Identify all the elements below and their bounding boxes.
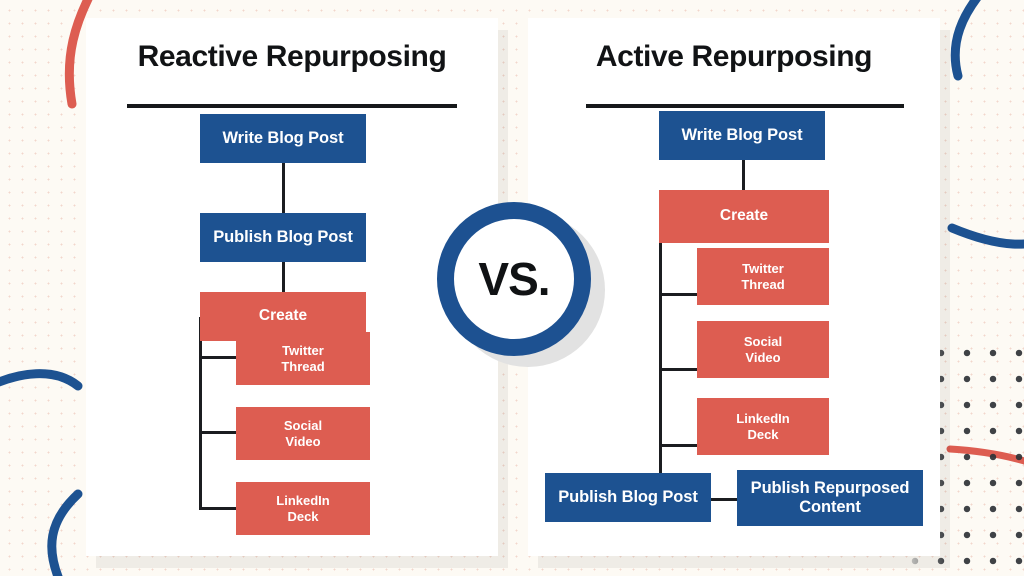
right-title-divider — [586, 104, 904, 108]
node-publish-blog-post[interactable]: Publish Blog Post — [200, 213, 366, 262]
node-label-line1: LinkedIn — [736, 411, 790, 427]
node-label: Write Blog Post — [222, 128, 344, 147]
connector-branch-twitter — [199, 356, 237, 359]
node-write-blog-post[interactable]: Write Blog Post — [659, 111, 825, 160]
connector-create-trunk — [199, 317, 202, 509]
node-label: Publish Blog Post — [558, 487, 698, 506]
node-label-line2: Thread — [741, 276, 785, 292]
node-label-line2: Content — [799, 498, 861, 516]
node-label-line2: Thread — [281, 358, 325, 374]
node-label-line1: Twitter — [282, 343, 324, 359]
node-social-video[interactable]: Social Video — [697, 321, 829, 378]
node-label-line1: Twitter — [742, 261, 784, 277]
node-label-line2: Video — [745, 349, 781, 365]
node-label-line1: Social — [283, 418, 323, 434]
connector-branch-linkedin — [199, 507, 237, 510]
node-label-line1: Publish Repurposed — [750, 478, 910, 497]
connector-branch-social — [199, 431, 237, 434]
connector-write-to-publish — [282, 163, 285, 213]
node-label-line2: Deck — [747, 426, 779, 442]
node-social-video[interactable]: Social Video — [236, 407, 370, 460]
versus-label: VS. — [478, 253, 550, 305]
node-publish-blog-post[interactable]: Publish Blog Post — [545, 473, 711, 522]
node-twitter-thread[interactable]: Twitter Thread — [236, 332, 370, 385]
node-label: Create — [258, 307, 308, 325]
left-panel-title: Reactive Repurposing — [137, 40, 447, 73]
node-publish-repurposed-content[interactable]: Publish Repurposed Content — [737, 470, 923, 526]
node-label-line2: Video — [285, 433, 321, 449]
connector-branch-linkedin — [659, 444, 697, 447]
node-label: Publish Blog Post — [213, 227, 353, 246]
node-linkedin-deck[interactable]: LinkedIn Deck — [697, 398, 829, 455]
node-create[interactable]: Create — [659, 190, 829, 243]
connector-branch-twitter — [659, 293, 697, 296]
node-linkedin-deck[interactable]: LinkedIn Deck — [236, 482, 370, 535]
node-twitter-thread[interactable]: Twitter Thread — [697, 248, 829, 305]
node-label-line2: Deck — [287, 508, 319, 524]
connector-publish-pair — [710, 498, 738, 501]
infographic-canvas: Reactive Repurposing Write Blog Post Pub… — [0, 0, 1024, 576]
node-label: Create — [719, 207, 769, 225]
left-panel-card: Reactive Repurposing Write Blog Post Pub… — [86, 18, 498, 556]
right-panel-title: Active Repurposing — [595, 40, 873, 73]
left-title-divider — [127, 104, 457, 108]
versus-badge: VS. — [437, 202, 591, 356]
node-label-line1: Social — [743, 334, 783, 350]
connector-branch-social — [659, 368, 697, 371]
node-write-blog-post[interactable]: Write Blog Post — [200, 114, 366, 163]
node-label-line1: LinkedIn — [276, 493, 330, 509]
node-label: Write Blog Post — [681, 125, 803, 144]
